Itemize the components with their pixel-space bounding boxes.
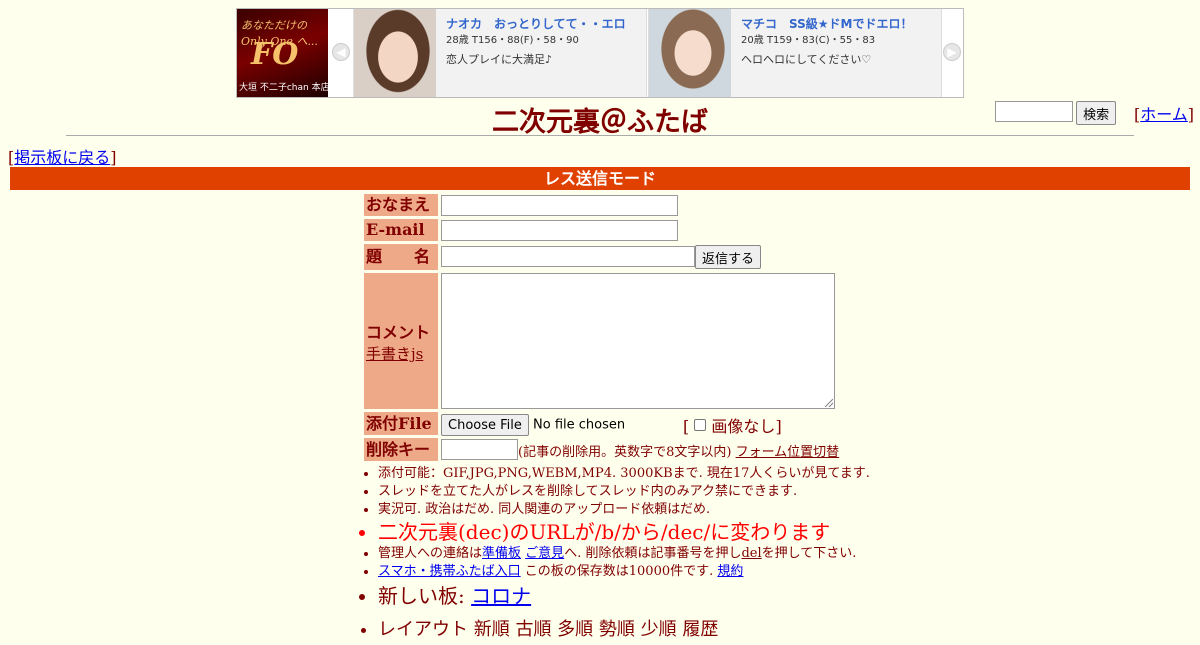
notice-item: スレッドを立てた人がレスを削除してスレッド内のみアク禁にできます. xyxy=(378,483,1180,501)
delete-key-field[interactable] xyxy=(441,439,518,460)
ad-name: マチコ SS級★ドMでドエロ！ xyxy=(741,17,913,31)
notice-text: へ. 削除依頼は記事番号を押し xyxy=(564,546,742,561)
notice-text: この板の保存数は10000件です. xyxy=(520,564,718,579)
search-button[interactable]: 検索 xyxy=(1076,101,1117,125)
back-nav: [掲示板に戻る] xyxy=(8,148,117,167)
delete-key-note-wrap: (記事の削除用。英数字で8文字以内) フォーム位置切替 xyxy=(518,441,839,460)
ad-banner[interactable]: あなただけの Only One へ... FO 大垣 不二子chan 本店 ◀ … xyxy=(236,8,964,98)
sort-options[interactable]: レイアウト 新順 古順 多順 勢順 少順 履歴 xyxy=(378,615,1180,645)
reply-mode-bar: レス送信モード xyxy=(10,167,1190,190)
comment-label-cell: コメント 手書きjs xyxy=(364,273,438,409)
home-nav: [ホーム] xyxy=(1134,105,1195,124)
file-label: 添付File xyxy=(364,412,438,435)
prep-board-link[interactable]: 準備板 xyxy=(482,546,521,561)
home-link[interactable]: ホーム xyxy=(1140,105,1188,124)
divider xyxy=(66,135,1134,136)
ad-logo[interactable]: あなただけの Only One へ... FO 大垣 不二子chan 本店 xyxy=(237,9,330,97)
notice-item: 実況可. 政治はだめ. 同人関連のアップロード依頼はだめ. xyxy=(378,501,1180,519)
notice-text: を押して下さい. xyxy=(761,546,857,561)
back-to-board-link[interactable]: 掲示板に戻る xyxy=(14,148,110,167)
notice-text: 管理人への連絡は xyxy=(378,546,483,561)
email-label: E-mail xyxy=(364,219,438,241)
ad-message: ヘロヘロにしてください♡ xyxy=(741,53,872,66)
form-position-toggle-link[interactable]: フォーム位置切替 xyxy=(736,445,840,460)
no-image-option: [ 画像なし] xyxy=(683,417,782,436)
notice-item: 管理人への連絡は準備板 ご意見へ. 削除依頼は記事番号を押しdelを押して下さい… xyxy=(378,545,1180,563)
file-status: No file chosen xyxy=(533,417,626,433)
choose-file-button[interactable]: Choose File xyxy=(441,414,529,436)
ad-message: 恋人プレイに大満足♪ xyxy=(446,53,553,66)
no-image-checkbox[interactable] xyxy=(694,419,707,431)
notice-text: 新しい板: xyxy=(378,584,472,608)
ad-card[interactable]: マチコ SS級★ドMでドエロ！ 20歳 T159・83(C)・55・83 ヘロヘ… xyxy=(648,9,942,97)
del-link[interactable]: del xyxy=(741,546,761,561)
resize-handle-icon[interactable] xyxy=(825,399,833,407)
mobile-entry-link[interactable]: スマホ・携帯ふたば入口 xyxy=(378,564,521,579)
terms-link[interactable]: 規約 xyxy=(717,564,743,579)
delete-key-note: (記事の削除用。英数字で8文字以内) xyxy=(518,445,732,460)
ad-photo xyxy=(649,9,731,97)
comment-label: コメント xyxy=(366,323,431,342)
notice-item: 添付可能：GIF,JPG,PNG,WEBM,MP4. 3000KBまで. 現在1… xyxy=(378,465,1180,483)
delete-key-label: 削除キー xyxy=(364,438,438,461)
chevron-right-icon[interactable]: ▶ xyxy=(943,43,961,61)
notice-item: スマホ・携帯ふたば入口 この板の保存数は10000件です. 規約 xyxy=(378,563,1180,581)
submit-reply-button[interactable]: 返信する xyxy=(695,245,762,269)
file-input: Choose File No file chosen xyxy=(441,414,625,436)
chevron-left-icon[interactable]: ◀ xyxy=(332,43,350,61)
comment-textarea[interactable] xyxy=(441,273,835,409)
notice-list: 添付可能：GIF,JPG,PNG,WEBM,MP4. 3000KBまで. 現在1… xyxy=(360,465,1180,645)
tegaki-link[interactable]: 手書きjs xyxy=(366,345,423,363)
ad-name: ナオカ おっとりしてて・・エロ xyxy=(446,17,626,31)
ad-logo-shop: 大垣 不二子chan 本店 xyxy=(239,83,330,93)
no-image-label: 画像なし xyxy=(711,417,776,436)
ad-logo-brand: FO xyxy=(251,37,299,72)
ad-spec: 28歳 T156・88(F)・58・90 xyxy=(446,35,579,46)
new-board-notice: 新しい板: コロナ xyxy=(378,581,1180,611)
ad-spec: 20歳 T159・83(C)・55・83 xyxy=(741,35,876,46)
url-change-notice: 二次元裏(dec)のURLが/b/から/dec/に変わります xyxy=(378,519,1180,545)
subject-label: 題 名 xyxy=(364,244,438,270)
email-field[interactable] xyxy=(441,220,678,241)
ad-photo xyxy=(354,9,436,97)
search-input[interactable] xyxy=(995,101,1073,122)
ad-card[interactable]: ナオカ おっとりしてて・・エロ 28歳 T156・88(F)・58・90 恋人プ… xyxy=(353,9,647,97)
corona-board-link[interactable]: コロナ xyxy=(471,584,531,608)
search-form: 検索 xyxy=(995,101,1117,125)
feedback-link[interactable]: ご意見 xyxy=(525,546,564,561)
name-label: おなまえ xyxy=(364,194,438,216)
subject-field[interactable] xyxy=(441,246,695,267)
name-field[interactable] xyxy=(441,195,678,216)
